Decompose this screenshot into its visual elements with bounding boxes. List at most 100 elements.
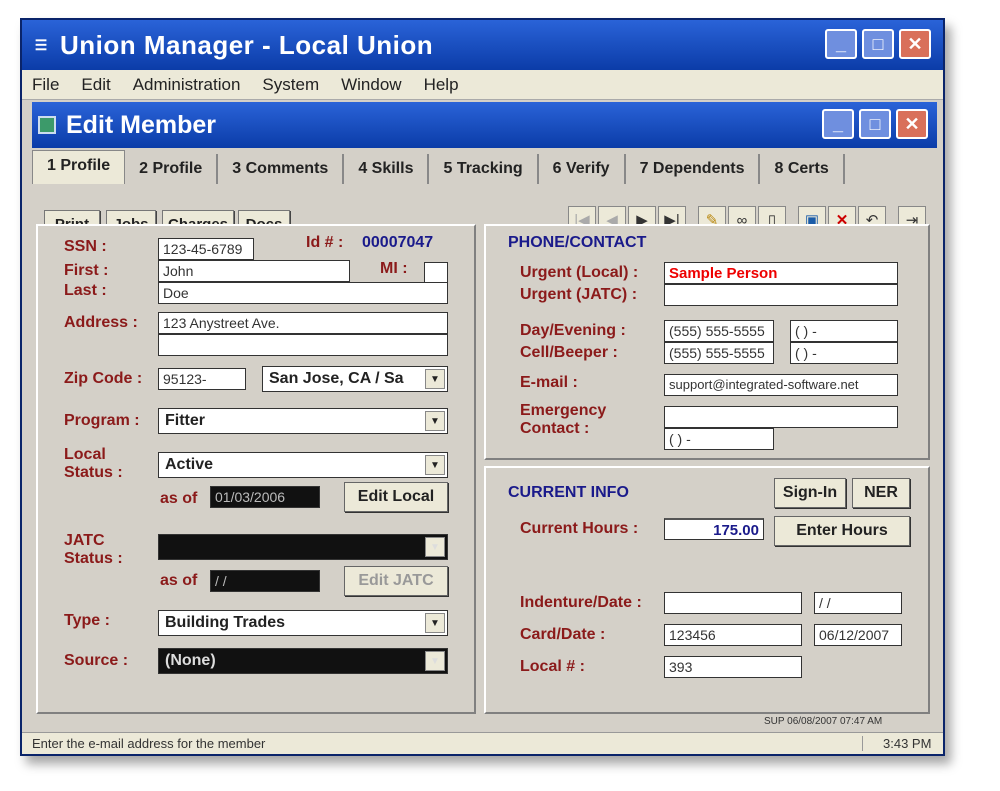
jatc-status-label: Status : [64,550,123,567]
indenture-label: Indenture/Date : [520,594,642,611]
address-label: Address : [64,314,138,331]
chevron-down-icon[interactable]: ▼ [425,613,445,633]
menu-edit[interactable]: Edit [81,75,110,95]
email-field[interactable]: support@integrated-software.net [664,374,898,396]
day-evening-label: Day/Evening : [520,322,626,339]
ner-button[interactable]: NER [852,478,910,508]
program-label: Program : [64,412,140,429]
menu-administration[interactable]: Administration [133,75,241,95]
sign-in-button[interactable]: Sign-In [774,478,846,508]
ssn-field[interactable]: 123-45-6789 [158,238,254,260]
tab-1-profile[interactable]: 1 Profile [32,150,126,184]
cell-beeper-label: Cell/Beeper : [520,344,618,361]
form-icon [38,116,56,134]
status-time: 3:43 PM [862,736,931,751]
urgent-local-field[interactable]: Sample Person [664,262,898,284]
program-select[interactable]: Fitter ▼ [158,408,448,434]
child-minimize-button[interactable]: _ [822,109,854,139]
tab-tracking[interactable]: 5 Tracking [429,154,539,184]
source-select[interactable]: (None) ▼ [158,648,448,674]
tab-strip: 1 Profile 2 Profile 3 Comments 4 Skills … [32,150,937,184]
source-value: (None) [165,652,216,669]
last-name-field[interactable]: Doe [158,282,448,304]
emergency-phone-field[interactable]: ( ) - [664,428,774,450]
menu-window[interactable]: Window [341,75,401,95]
urgent-jatc-field[interactable] [664,284,898,306]
local-number-field[interactable]: 393 [664,656,802,678]
local-asof-label: as of [160,490,198,507]
app-logo-icon: ☰ [34,36,48,53]
menu-file[interactable]: File [32,75,59,95]
address-line2-field[interactable] [158,334,448,356]
menu-bar: File Edit Administration System Window H… [22,70,943,100]
local-label: Local [64,446,106,463]
type-label: Type : [64,612,110,629]
child-close-button[interactable]: ✕ [896,109,928,139]
emergency-contact-field[interactable] [664,406,898,428]
mi-label: MI : [380,260,408,277]
menu-help[interactable]: Help [424,75,459,95]
app-title: Union Manager - Local Union [60,29,434,60]
edit-jatc-button[interactable]: Edit JATC [344,566,448,596]
tab-verify[interactable]: 6 Verify [539,154,626,184]
type-select[interactable]: Building Trades ▼ [158,610,448,636]
edit-local-button[interactable]: Edit Local [344,482,448,512]
city-select[interactable]: San Jose, CA / Sa ▼ [262,366,448,392]
first-label: First : [64,262,109,279]
local-asof-date-field[interactable]: 01/03/2006 [210,486,320,508]
local-status-select[interactable]: Active ▼ [158,452,448,478]
local-number-label: Local # : [520,658,585,675]
jatc-status-select[interactable]: ▼ [158,534,448,560]
last-updated-stamp: SUP 06/08/2007 07:47 AM [764,716,883,727]
beeper-field[interactable]: ( ) - [790,342,898,364]
id-label: Id # : [306,234,344,251]
edit-member-titlebar[interactable]: Edit Member _ □ ✕ [32,102,937,148]
local-status-label: Status : [64,464,123,481]
emergency-label: Emergency [520,402,607,419]
evening-phone-field[interactable]: ( ) - [790,320,898,342]
source-label: Source : [64,652,129,669]
minimize-button[interactable]: _ [825,29,857,59]
app-titlebar[interactable]: ☰ Union Manager - Local Union _ □ ✕ [22,20,943,70]
first-name-field[interactable]: John [158,260,350,282]
indenture-date-field[interactable]: / / [814,592,902,614]
current-hours-field: 175.00 [664,518,764,540]
indenture-field[interactable] [664,592,802,614]
zip-label: Zip Code : [64,370,143,387]
card-date-field[interactable]: 06/12/2007 [814,624,902,646]
child-maximize-button[interactable]: □ [859,109,891,139]
chevron-down-icon[interactable]: ▼ [425,411,445,431]
tab-skills[interactable]: 4 Skills [344,154,430,184]
chevron-down-icon[interactable]: ▼ [425,651,445,671]
jatc-label: JATC [64,532,105,549]
day-phone-field[interactable]: (555) 555-5555 [664,320,774,342]
jatc-asof-date-field[interactable]: / / [210,570,320,592]
chevron-down-icon[interactable]: ▼ [425,537,445,557]
card-field[interactable]: 123456 [664,624,802,646]
edit-member-title: Edit Member [66,110,217,139]
urgent-local-label: Urgent (Local) : [520,264,639,281]
menu-system[interactable]: System [262,75,319,95]
cell-phone-field[interactable]: (555) 555-5555 [664,342,774,364]
urgent-jatc-label: Urgent (JATC) : [520,286,638,303]
type-value: Building Trades [165,614,286,631]
maximize-button[interactable]: □ [862,29,894,59]
status-bar: Enter the e-mail address for the member … [22,732,943,754]
address-line1-field[interactable]: 123 Anystreet Ave. [158,312,448,334]
jatc-asof-label: as of [160,572,198,589]
tab-comments[interactable]: 3 Comments [218,154,345,184]
current-info-title: CURRENT INFO [508,484,629,501]
zip-field[interactable]: 95123- [158,368,246,390]
current-hours-label: Current Hours : [520,520,639,537]
tab-certs[interactable]: 8 Certs [760,154,845,184]
city-value: San Jose, CA / Sa [269,370,404,387]
phone-contact-title: PHONE/CONTACT [508,234,647,251]
close-button[interactable]: ✕ [899,29,931,59]
tab-dependents[interactable]: 7 Dependents [626,154,761,184]
middle-initial-field[interactable] [424,262,448,284]
tab-2-profile[interactable]: 2 Profile [125,154,219,184]
enter-hours-button[interactable]: Enter Hours [774,516,910,546]
chevron-down-icon[interactable]: ▼ [425,369,445,389]
chevron-down-icon[interactable]: ▼ [425,455,445,475]
card-label: Card/Date : [520,626,606,643]
